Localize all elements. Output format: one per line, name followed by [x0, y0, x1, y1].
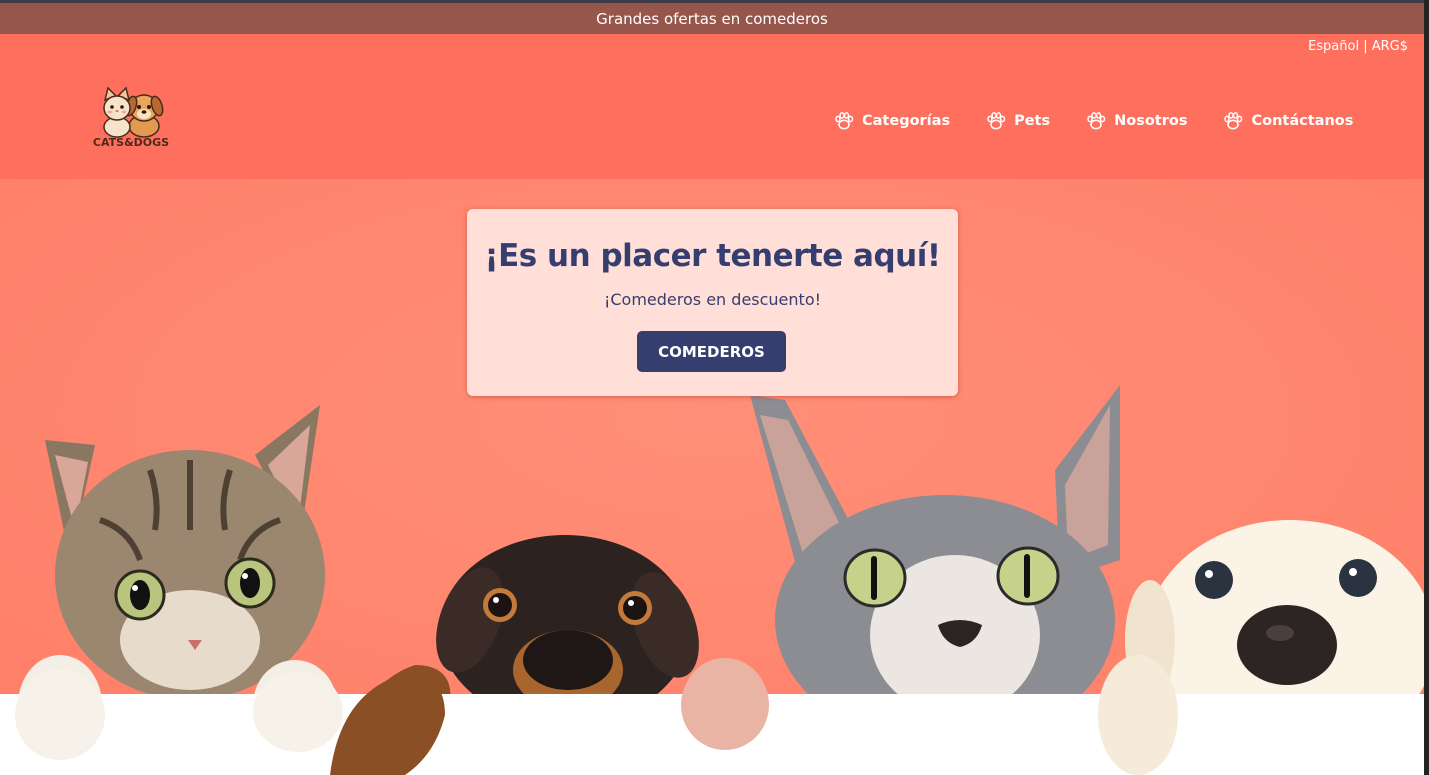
nav-item-categorias[interactable]: Categorías	[834, 112, 950, 130]
nav-label: Pets	[1014, 113, 1051, 129]
paw-icon	[1087, 112, 1106, 130]
hero-subtitle: ¡Comederos en descuento!	[603, 290, 822, 309]
cat-dog-logo-icon	[103, 86, 164, 138]
window-right-edge	[1424, 0, 1429, 775]
paw-icon	[835, 112, 854, 130]
site-header: Español | ARG$ CATS&DOGS Categorías Pets…	[0, 34, 1424, 179]
labrador-paw	[1098, 655, 1178, 775]
nav-item-pets[interactable]: Pets	[986, 112, 1050, 130]
locale-currency-selector[interactable]: Español | ARG$	[1308, 39, 1408, 54]
nav-label: Nosotros	[1114, 113, 1188, 129]
cat-paw-right	[253, 672, 343, 752]
paw-icon	[1224, 112, 1243, 130]
nav-item-contactanos[interactable]: Contáctanos	[1223, 112, 1353, 130]
promo-bar: Grandes ofertas en comederos	[0, 3, 1424, 34]
nav-label: Categorías	[862, 113, 951, 129]
page: Grandes ofertas en comederos Español | A…	[0, 0, 1424, 775]
site-logo[interactable]: CATS&DOGS	[86, 82, 176, 152]
promo-text: Grandes ofertas en comederos	[596, 9, 828, 28]
main-nav: Categorías Pets Nosotros Contáctanos	[834, 110, 1353, 132]
comederos-button[interactable]: COMEDEROS	[637, 331, 786, 372]
nav-label: Contáctanos	[1251, 113, 1354, 129]
hero-title: ¡Es un placer tenerte aquí!	[484, 238, 941, 274]
nav-item-nosotros[interactable]: Nosotros	[1086, 112, 1187, 130]
sphynx-paw	[681, 660, 769, 750]
hero-card: ¡Es un placer tenerte aquí! ¡Comederos e…	[467, 209, 958, 396]
paw-icon	[987, 112, 1006, 130]
logo-wordmark: CATS&DOGS	[92, 136, 170, 149]
cat-paw-left	[15, 670, 105, 760]
